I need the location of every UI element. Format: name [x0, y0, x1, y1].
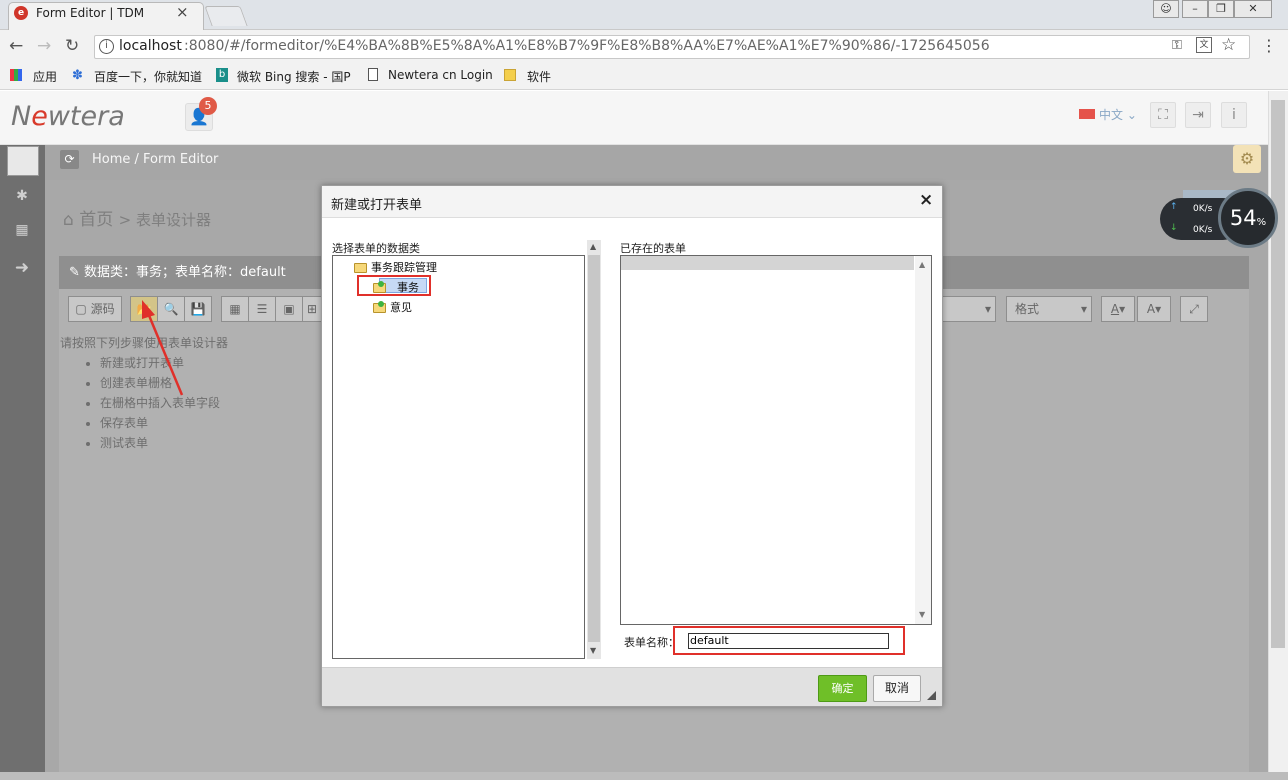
page-icon	[368, 68, 378, 81]
reload-icon[interactable]: ↻	[65, 36, 79, 56]
back-icon[interactable]: ←	[9, 36, 23, 56]
settings-gear-icon[interactable]: ⚙	[1233, 145, 1261, 173]
download-arrow-icon: ↓	[1170, 223, 1178, 233]
translate-icon[interactable]: 文	[1196, 37, 1212, 53]
logout-icon[interactable]: ⇥	[1185, 102, 1211, 128]
data-class-label: 选择表单的数据类	[332, 242, 420, 255]
source-button[interactable]: ▢ 源码	[68, 296, 122, 322]
forward-icon[interactable]: →	[37, 36, 51, 56]
scroll-down-icon[interactable]: ▼	[590, 646, 596, 655]
url-path: :8080/#/formeditor/%E4%BA%8B%E5%8A%A1%E8…	[184, 38, 990, 54]
maximize-editor-icon[interactable]: ⤢	[1180, 296, 1208, 322]
download-speed: 0K/s	[1193, 225, 1213, 235]
new-tab-button[interactable]	[204, 6, 248, 26]
bookmark-software[interactable]: 软件	[527, 68, 551, 85]
tree-node-root[interactable]: 事务跟踪管理	[354, 259, 437, 275]
profile-icon[interactable]: ☺	[1153, 0, 1179, 18]
folder-icon	[373, 301, 386, 313]
tab-title: Form Editor | TDM	[36, 6, 145, 20]
home-icon: ⌂	[63, 210, 74, 230]
upload-speed: 0K/s	[1193, 204, 1213, 214]
dialog-title: 新建或打开表单	[331, 198, 423, 213]
bing-icon: b	[216, 68, 228, 82]
existing-forms-list[interactable]	[620, 255, 932, 625]
taskbar	[0, 772, 1288, 780]
language-selector[interactable]: 中文 ⌄	[1099, 106, 1137, 123]
bookmark-bing[interactable]: 微软 Bing 搜索 - 国P	[237, 68, 351, 85]
tree-scrollbar-thumb[interactable]	[588, 255, 600, 642]
folder-icon	[504, 69, 516, 81]
page-title: ⌂ 首页 > 表单设计器	[63, 210, 211, 230]
scroll-up-icon[interactable]: ▲	[919, 260, 925, 269]
upload-arrow-icon: ↑	[1170, 202, 1178, 212]
grid-icon[interactable]: ▦	[221, 296, 249, 322]
tab-close-icon[interactable]: ×	[176, 3, 189, 21]
newtera-logo: Newtera	[11, 101, 125, 132]
bookmark-baidu[interactable]: 百度一下，你就知道	[94, 68, 202, 85]
format-dropdown[interactable]: 格式 ▾	[1006, 296, 1092, 322]
list-scrollbar[interactable]	[915, 256, 931, 624]
baidu-paw-icon: ✽	[72, 68, 83, 83]
form-name-input[interactable]: default	[688, 633, 889, 649]
minimize-button[interactable]: –	[1182, 0, 1208, 18]
panel-title: 数据类：事务；表单名称：default	[84, 265, 286, 280]
form-name-label: 表单名称：	[624, 636, 679, 649]
tdm-favicon-icon: e	[14, 6, 28, 20]
avatar[interactable]	[7, 146, 39, 176]
cancel-button[interactable]: 取消	[873, 675, 921, 702]
arrow-right-circle-icon[interactable]: ➜	[12, 258, 32, 278]
refresh-icon[interactable]: ⟳	[60, 150, 79, 169]
existing-forms-label: 已存在的表单	[620, 242, 686, 255]
fullscreen-icon[interactable]: ⛶	[1150, 102, 1176, 128]
info-icon[interactable]: i	[1221, 102, 1247, 128]
bookmark-newtera[interactable]: Newtera cn Login	[388, 68, 493, 82]
tree-node-opinion[interactable]: 意见	[373, 299, 412, 315]
resize-handle-icon[interactable]	[927, 691, 936, 700]
scroll-up-icon[interactable]: ▲	[590, 242, 596, 251]
bookmark-apps[interactable]: 应用	[33, 68, 57, 85]
key-icon[interactable]: ⚿	[1172, 38, 1182, 53]
style-dropdown[interactable]: ▾	[941, 296, 996, 322]
bookmark-star-icon[interactable]: ☆	[1221, 35, 1236, 55]
breadcrumb[interactable]: Home / Form Editor	[92, 152, 218, 167]
apps-icon	[10, 69, 22, 81]
folder-icon	[373, 281, 386, 293]
list-header-row	[621, 256, 914, 270]
breadcrumb-bar	[45, 145, 1268, 180]
list-icon[interactable]: ☰	[248, 296, 276, 322]
url-host: localhost	[119, 38, 182, 54]
china-flag-icon	[1079, 109, 1095, 119]
table-icon[interactable]: ⊞	[302, 296, 322, 322]
dialog-close-icon[interactable]: ×	[919, 190, 933, 210]
ok-button[interactable]: 确定	[818, 675, 867, 702]
open-folder-icon	[354, 263, 367, 273]
cpu-percent: 54%	[1218, 188, 1278, 248]
scroll-down-icon[interactable]: ▼	[919, 610, 925, 619]
instruction-step: 测试表单	[100, 433, 228, 453]
bug-icon[interactable]: ✱	[12, 188, 32, 208]
annotation-arrow	[142, 300, 184, 396]
data-class-tree	[332, 255, 585, 659]
image-icon[interactable]: ▣	[275, 296, 303, 322]
instruction-step: 保存表单	[100, 413, 228, 433]
font-color-button[interactable]: A▾	[1101, 296, 1135, 322]
background-color-button[interactable]: A▾	[1137, 296, 1171, 322]
notification-badge: 5	[199, 97, 217, 115]
menu-icon[interactable]: ⋮	[1261, 36, 1277, 55]
restore-button[interactable]: ❐	[1208, 0, 1234, 18]
building-icon[interactable]: ▦	[12, 222, 32, 242]
window-close-button[interactable]: ✕	[1234, 0, 1272, 18]
tree-node-transaction[interactable]: 事务	[373, 279, 419, 295]
page-scrollbar-thumb[interactable]	[1271, 100, 1285, 648]
site-info-icon[interactable]: i	[99, 39, 114, 54]
